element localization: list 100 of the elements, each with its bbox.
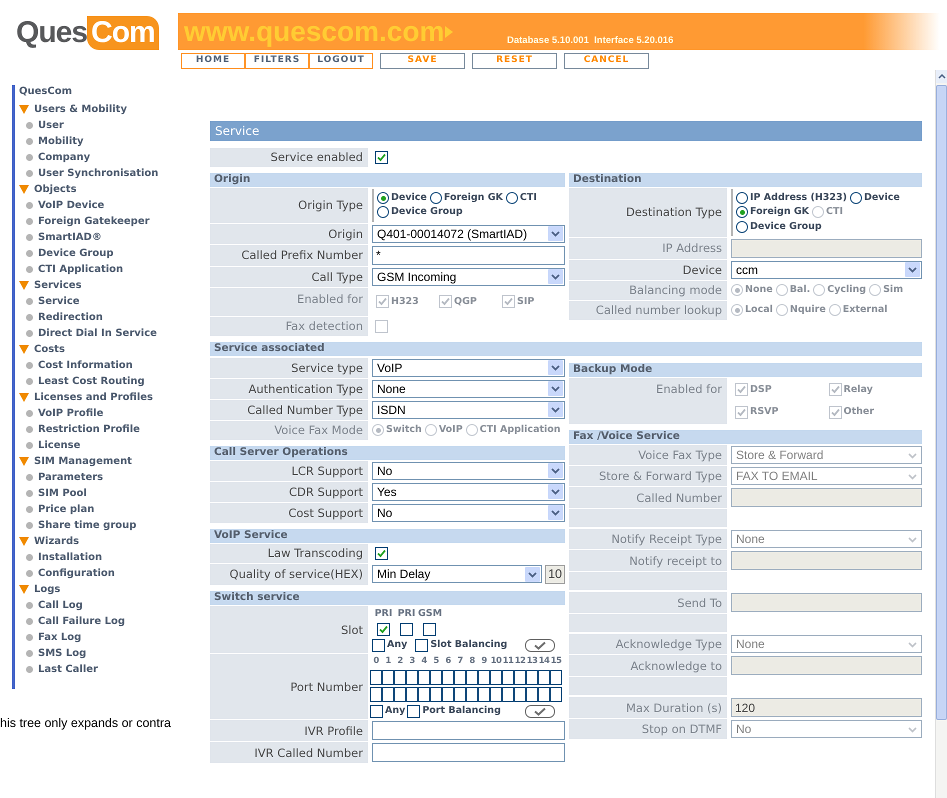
checkbox[interactable] [372,638,385,652]
checkbox[interactable] [550,687,562,702]
dropdown[interactable]: No [372,462,565,480]
tree-group-label[interactable]: Costs [34,342,65,356]
caret-down-icon[interactable] [548,402,563,418]
radio-button[interactable] [430,192,442,204]
caret-down-icon[interactable] [548,360,563,376]
nav-button[interactable]: LOGOUT [309,53,373,69]
caret-down-icon[interactable] [548,226,563,241]
checkbox[interactable] [382,670,394,685]
dropdown[interactable]: No [372,504,565,522]
input-field[interactable] [372,721,565,740]
checkbox[interactable] [415,638,428,652]
tree-item[interactable]: Call Log [38,598,83,612]
checkbox[interactable] [370,687,382,702]
tree-item[interactable]: Direct Dial In Service [38,326,157,340]
checkbox[interactable] [538,670,550,685]
radio-button[interactable] [736,192,748,204]
nav-button[interactable]: HOME [181,53,245,69]
scroll-up-icon[interactable] [936,70,947,83]
tree-item[interactable]: SIM Pool [38,486,87,500]
checkbox[interactable] [377,623,390,636]
checkbox[interactable] [454,670,466,685]
tree-item[interactable]: SMS Log [38,646,86,660]
checkbox[interactable] [400,623,413,636]
checkbox[interactable] [375,546,388,560]
checkbox[interactable] [394,687,406,702]
tree-item[interactable]: Device Group [38,246,114,260]
tree-item[interactable]: CTI Application [38,262,124,276]
checkbox[interactable] [526,670,538,685]
tree-item[interactable]: Company [38,150,90,164]
checkbox[interactable] [538,687,550,702]
input-field[interactable] [372,743,565,762]
radio-button[interactable] [506,192,518,204]
dropdown[interactable]: Q401-00014072 (SmartIAD) [372,224,565,242]
checkbox[interactable] [466,687,478,702]
tree-item[interactable]: Last Caller [38,662,98,676]
tree-group-label[interactable]: Services [34,278,82,292]
caret-down-icon[interactable] [525,566,540,582]
tree-group-label[interactable]: Wizards [34,534,80,548]
tree-item[interactable]: SmartIAD® [38,230,102,244]
checkbox[interactable] [466,670,478,685]
confirm-button[interactable] [525,638,555,652]
tree-item[interactable]: Configuration [38,566,115,580]
checkbox[interactable] [394,670,406,685]
checkbox[interactable] [430,687,442,702]
checkbox[interactable] [454,687,466,702]
dropdown[interactable]: ccm [731,260,922,279]
dropdown[interactable]: Min Delay [372,565,542,584]
dropdown[interactable]: ISDN [372,400,565,419]
radio-button[interactable] [377,192,389,204]
checkbox[interactable] [375,151,388,164]
tree-item[interactable]: VoIP Profile [38,406,104,420]
checkbox[interactable] [478,687,490,702]
tree-item[interactable]: Redirection [38,310,103,324]
confirm-button[interactable] [525,704,555,718]
tree-item[interactable]: Restriction Profile [38,422,140,436]
tree-item[interactable]: VoIP Device [38,198,104,212]
tree-item[interactable]: Mobility [38,134,84,148]
tree-item[interactable]: License [38,438,80,452]
checkbox[interactable] [442,687,454,702]
tree-group-label[interactable]: Licenses and Profiles [34,390,154,404]
caret-down-icon[interactable] [905,262,920,278]
tree-item[interactable]: Cost Information [38,358,133,372]
checkbox[interactable] [430,670,442,685]
checkbox[interactable] [423,623,436,636]
checkbox[interactable] [502,670,514,685]
tree-item[interactable]: User [38,118,64,132]
checkbox[interactable] [406,687,418,702]
dropdown[interactable]: Yes [372,482,565,501]
dropdown[interactable]: None [372,380,565,398]
checkbox[interactable] [418,670,430,685]
radio-button[interactable] [736,206,748,218]
caret-down-icon[interactable] [548,381,563,396]
caret-down-icon[interactable] [548,269,563,284]
radio-button[interactable] [850,192,862,204]
checkbox[interactable] [490,687,502,702]
radio-button[interactable] [736,220,748,233]
tree-item[interactable]: Least Cost Routing [38,374,145,388]
caret-down-icon[interactable] [548,505,563,520]
tree-group-label[interactable]: Users & Mobility [34,102,127,116]
scroll-thumb[interactable] [936,85,947,720]
scrollbar[interactable] [935,70,947,798]
checkbox[interactable] [502,687,514,702]
checkbox[interactable] [407,704,420,718]
tree-item[interactable]: Share time group [38,518,136,532]
dropdown[interactable]: GSM Incoming [372,268,565,286]
checkbox[interactable] [418,687,430,702]
tree-item[interactable]: Call Failure Log [38,614,125,628]
tree-item[interactable]: User Synchronisation [38,166,158,180]
input-field[interactable]: * [372,246,565,264]
tree-item[interactable]: Foreign Gatekeeper [38,214,150,228]
nav-button[interactable]: FILTERS [245,53,309,69]
tree-item[interactable]: Installation [38,550,102,564]
tree-item[interactable]: Price plan [38,502,94,516]
checkbox[interactable] [370,670,382,685]
checkbox[interactable] [382,687,394,702]
tree-root[interactable]: QuesCom [19,85,205,99]
checkbox[interactable] [550,670,562,685]
caret-down-icon[interactable] [548,484,563,500]
